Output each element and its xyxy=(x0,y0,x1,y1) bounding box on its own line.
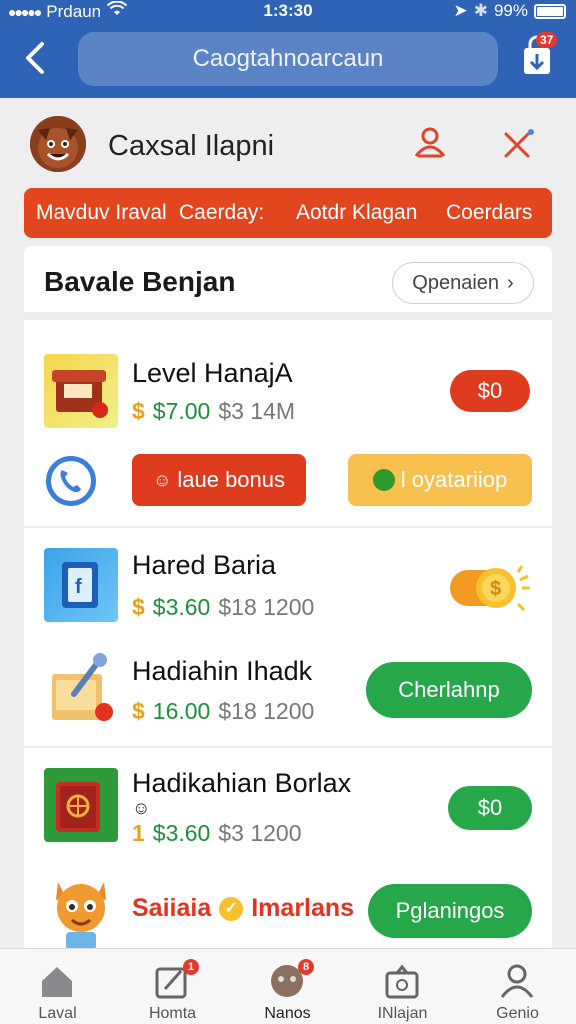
chevron-right-icon: › xyxy=(507,271,514,294)
battery-label: 99% xyxy=(493,1,528,20)
bonus-list-card: Bavale Benjan Qpenaien › Level HanajA $ … xyxy=(24,246,552,952)
nav-item-laval[interactable]: Laval xyxy=(0,949,115,1024)
nav-item-homta[interactable]: 1 Homta xyxy=(115,949,230,1024)
profile-name: Caxsal Ilapni xyxy=(108,130,275,162)
nav-label: Laval xyxy=(38,1005,77,1022)
smile-icon: ☺ xyxy=(132,798,151,818)
item-title: Hadiahin Ihadk xyxy=(132,656,313,686)
app-header: ●●●●● Prdaun 1:3:30 ➤ ✱ 99% Caogtahnoarc… xyxy=(0,0,576,98)
planning-button[interactable]: Pglaningos xyxy=(368,884,532,938)
challenge-button[interactable]: Cherlahnp xyxy=(366,662,532,718)
item-old-price: $3 14M xyxy=(218,398,296,424)
buy-button-label: $0 xyxy=(477,378,503,403)
bonus-button-label: laue bonus xyxy=(177,467,286,492)
tab-3[interactable]: Aotdr Klagan xyxy=(296,201,417,225)
nav-label: Homta xyxy=(148,1005,197,1022)
location-icon: ➤ xyxy=(453,1,468,20)
user-button[interactable] xyxy=(412,124,448,160)
item-title: Hadikahian Borlax xyxy=(132,768,352,798)
bluetooth-icon: ✱ xyxy=(473,1,488,20)
buy-button[interactable]: $0 xyxy=(450,370,530,412)
phone-button[interactable] xyxy=(46,456,96,506)
home-icon xyxy=(42,967,72,997)
user-icon xyxy=(414,127,446,158)
bottom-nav: Laval 1 Homta 8 Nanos INlajan Genio xyxy=(0,948,576,1024)
row-divider xyxy=(24,746,552,748)
open-button-label: Qpenaien xyxy=(412,271,500,294)
profile-row: Caxsal Ilapni xyxy=(0,110,576,182)
account-icon xyxy=(500,964,534,998)
dollar-icon: $ xyxy=(132,594,145,620)
item-thumbnail[interactable]: f xyxy=(44,548,118,622)
nav-item-nanos[interactable]: 8 Nanos xyxy=(230,949,345,1024)
svg-text:$: $ xyxy=(490,578,501,600)
open-button[interactable]: Qpenaien › xyxy=(392,262,534,304)
item-price: $7.00 xyxy=(152,398,211,424)
search-bar[interactable]: Caogtahnoarcaun xyxy=(78,32,498,86)
item-price: 16.00 xyxy=(152,698,211,724)
phone-icon xyxy=(60,470,81,493)
dollar-icon: $ xyxy=(132,698,145,724)
tab-2[interactable]: Caerday: xyxy=(179,201,264,225)
nav-label: Genio xyxy=(496,1005,539,1022)
dollar-icon: $ xyxy=(132,398,145,424)
challenge-button-label: Cherlahnp xyxy=(398,677,500,702)
nav-item-inlajan[interactable]: INlajan xyxy=(345,949,460,1024)
cart-badge: 37 xyxy=(536,32,558,48)
row-divider xyxy=(24,526,552,528)
nav-badge: 8 xyxy=(298,959,314,975)
category-tabs: Mavduv Iraval Caerday: Aotdr Klagan Coer… xyxy=(24,188,552,238)
nav-item-genio[interactable]: Genio xyxy=(460,949,575,1024)
item-price: $3.60 xyxy=(152,594,211,620)
avatar[interactable] xyxy=(30,116,86,172)
item-thumbnail[interactable] xyxy=(44,876,118,950)
dollar-icon: 1 xyxy=(132,820,145,846)
check-coin-icon: ✓ xyxy=(219,896,244,921)
apple-icon xyxy=(372,469,395,491)
buy-button[interactable]: $0 xyxy=(448,786,532,830)
item-old-price: $18 1200 xyxy=(218,594,315,620)
coin-icon: $ xyxy=(450,565,530,612)
tab-1[interactable]: Mavduv Iraval xyxy=(36,201,167,225)
section-title: Bavale Benjan xyxy=(44,266,236,297)
header-title: Caogtahnoarcaun xyxy=(192,45,384,72)
gift-icon: ☺ xyxy=(152,469,172,490)
coin-button[interactable]: $ xyxy=(450,562,534,612)
loyalty-button-label: l oyatariiop xyxy=(400,467,508,492)
item-title: Hared Baria xyxy=(132,550,277,580)
promo-subtitle: Imarlans xyxy=(251,894,355,922)
close-button[interactable] xyxy=(498,124,538,164)
loyalty-button[interactable]: l oyatariiop xyxy=(348,454,532,506)
bonus-button[interactable]: ☺ laue bonus xyxy=(132,454,306,506)
section-header: Bavale Benjan Qpenaien › xyxy=(24,246,552,320)
item-thumbnail[interactable] xyxy=(44,650,118,724)
item-old-price: $3 1200 xyxy=(218,820,302,846)
battery-icon xyxy=(534,3,566,19)
item-thumbnail[interactable] xyxy=(44,354,118,428)
promo-title: Saiiaia xyxy=(132,894,212,922)
item-thumbnail[interactable] xyxy=(44,768,118,842)
item-title: Level HanajA xyxy=(132,358,293,388)
back-button[interactable] xyxy=(20,40,50,76)
nav-badge: 1 xyxy=(183,959,199,975)
tab-4[interactable]: Coerdars xyxy=(446,201,532,225)
gift-box-icon xyxy=(385,964,419,999)
close-icon xyxy=(504,129,534,158)
planning-button-label: Pglaningos xyxy=(395,898,505,923)
item-old-price: $18 1200 xyxy=(218,698,315,724)
nav-label: Nanos xyxy=(264,1005,311,1022)
status-bar: ●●●●● Prdaun 1:3:30 ➤ ✱ 99% xyxy=(0,0,576,24)
back-icon xyxy=(26,42,44,74)
item-price: $3.60 xyxy=(152,820,211,846)
nav-label: INlajan xyxy=(377,1005,428,1022)
buy-button-label: $0 xyxy=(477,795,503,820)
svg-text:f: f xyxy=(75,576,82,598)
